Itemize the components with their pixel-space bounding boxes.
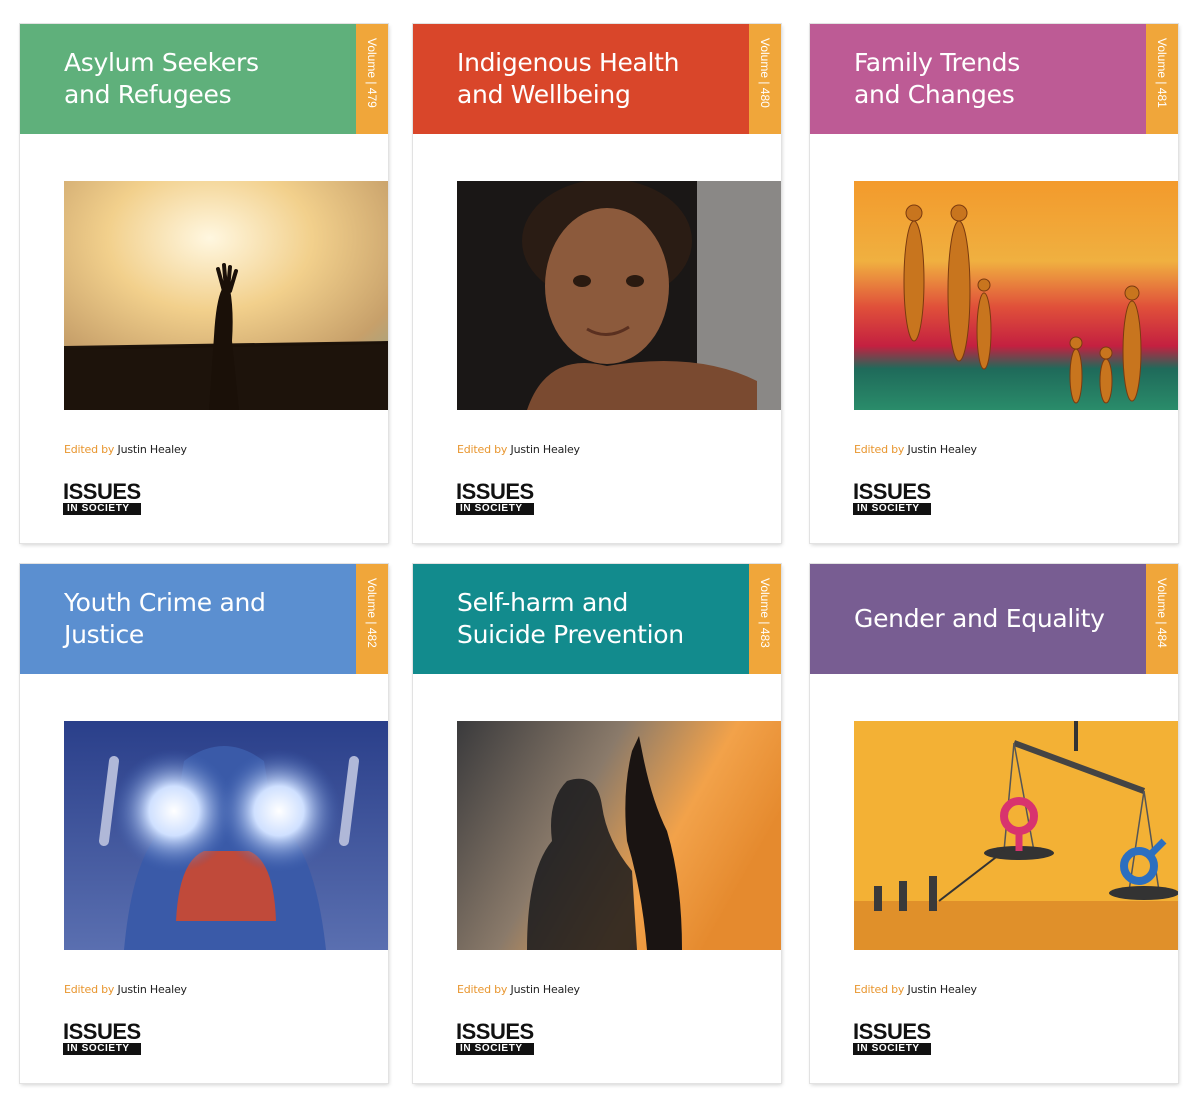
volume-tab: Volume | 479 <box>356 24 388 134</box>
editor-credit: Edited by Justin Healey <box>64 983 187 996</box>
title-band: Family Trends and Changes <box>810 24 1146 134</box>
book-cover-family-trends[interactable]: Family Trends and Changes Volume | 481 E… <box>810 24 1178 543</box>
book-cover-self-harm[interactable]: Self-harm and Suicide Prevention Volume … <box>413 564 781 1083</box>
editor-credit: Edited by Justin Healey <box>854 983 977 996</box>
title-band: Self-harm and Suicide Prevention <box>413 564 749 674</box>
cover-photo <box>64 721 388 950</box>
cover-photo <box>854 721 1178 950</box>
book-title: Youth Crime and Justice <box>64 588 266 649</box>
book-title: Family Trends and Changes <box>854 48 1020 109</box>
volume-tab: Volume | 481 <box>1146 24 1178 134</box>
book-cover-indigenous-health[interactable]: Indigenous Health and Wellbeing Volume |… <box>413 24 781 543</box>
editor-credit: Edited by Justin Healey <box>457 443 580 456</box>
editor-credit: Edited by Justin Healey <box>854 443 977 456</box>
book-title: Gender and Equality <box>854 604 1105 633</box>
title-band: Indigenous Health and Wellbeing <box>413 24 749 134</box>
issues-in-society-logo: ISSUES IN SOCIETY <box>456 479 534 515</box>
volume-tab: Volume | 483 <box>749 564 781 674</box>
volume-tab: Volume | 484 <box>1146 564 1178 674</box>
volume-number: Volume | 480 <box>758 38 772 108</box>
title-band: Asylum Seekers and Refugees <box>20 24 356 134</box>
issues-in-society-logo: ISSUES IN SOCIETY <box>63 1019 141 1055</box>
book-title: Indigenous Health and Wellbeing <box>457 48 680 109</box>
book-title: Asylum Seekers and Refugees <box>64 48 259 109</box>
volume-number: Volume | 483 <box>758 578 772 648</box>
cover-photo <box>854 181 1178 410</box>
volume-number: Volume | 484 <box>1155 578 1169 648</box>
book-cover-asylum-seekers[interactable]: Asylum Seekers and Refugees Volume | 479… <box>20 24 388 543</box>
cover-photo <box>457 181 781 410</box>
cover-photo <box>457 721 781 950</box>
cover-photo <box>64 181 388 410</box>
book-cover-youth-crime[interactable]: Youth Crime and Justice Volume | 482 Edi… <box>20 564 388 1083</box>
issues-in-society-logo: ISSUES IN SOCIETY <box>63 479 141 515</box>
issues-in-society-logo: ISSUES IN SOCIETY <box>456 1019 534 1055</box>
volume-number: Volume | 479 <box>365 38 379 108</box>
book-cover-gender-equality[interactable]: Gender and Equality Volume | 484 Edited … <box>810 564 1178 1083</box>
book-title: Self-harm and Suicide Prevention <box>457 588 684 649</box>
volume-tab: Volume | 482 <box>356 564 388 674</box>
volume-tab: Volume | 480 <box>749 24 781 134</box>
volume-number: Volume | 481 <box>1155 38 1169 108</box>
issues-in-society-logo: ISSUES IN SOCIETY <box>853 1019 931 1055</box>
volume-number: Volume | 482 <box>365 578 379 648</box>
editor-credit: Edited by Justin Healey <box>457 983 580 996</box>
title-band: Gender and Equality <box>810 564 1146 674</box>
issues-in-society-logo: ISSUES IN SOCIETY <box>853 479 931 515</box>
title-band: Youth Crime and Justice <box>20 564 356 674</box>
editor-credit: Edited by Justin Healey <box>64 443 187 456</box>
